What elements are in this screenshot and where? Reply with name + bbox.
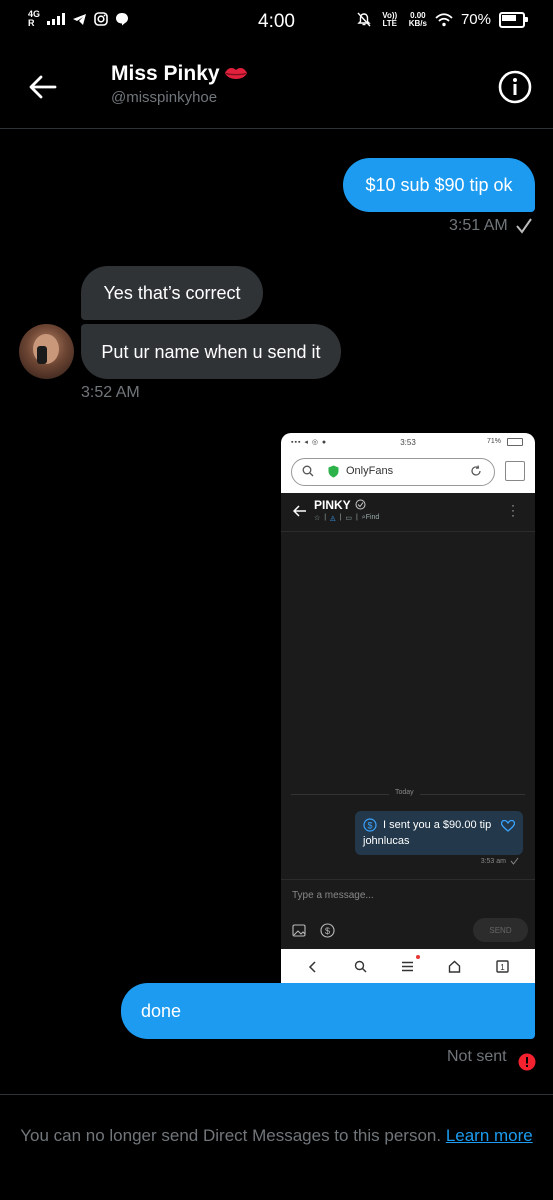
embedded-site-name: OnlyFans [346, 465, 394, 477]
bell-icon: ◬ [330, 515, 336, 522]
conversation-header: Miss Pinky @misspinkyhoe [0, 44, 553, 129]
embedded-tip-message: $ I sent you a $90.00 tip johnlucas [355, 811, 523, 855]
network-speed: 0.00 KB/s [408, 11, 427, 28]
error-icon [518, 1053, 536, 1071]
battery-icon [499, 11, 528, 28]
back-arrow-icon [293, 505, 306, 517]
menu-icon [402, 961, 413, 972]
embedded-tip-time-text: 3:53 am [480, 857, 506, 865]
dm-disabled-text: You can no longer send Direct Messages t… [20, 1126, 442, 1145]
embedded-message-input: Type a message... $ SEND [281, 879, 535, 950]
chevron-left-icon [308, 961, 316, 973]
wifi-icon [435, 12, 453, 26]
embedded-send-button: SEND [473, 918, 528, 942]
more-options-icon: · · · [511, 498, 515, 522]
attached-image[interactable]: ▪▪▪ ◂ ◎ ● 3:53 71% OnlyFans PINKY ☆ | ◬ | ▭ |… [281, 433, 535, 985]
svg-text:1: 1 [500, 963, 505, 972]
verified-icon [355, 499, 366, 510]
mute-icon [357, 12, 371, 27]
reload-icon [471, 465, 481, 476]
shield-icon [328, 465, 339, 478]
embedded-battery-icon [507, 438, 523, 446]
contact-handle: @misspinkyhoe [111, 89, 218, 106]
message-time: 3:51 AM [449, 217, 508, 234]
not-sent-label: Not sent [447, 1048, 507, 1065]
embedded-input-placeholder: Type a message... [292, 890, 374, 901]
dm-disabled-notice: You can no longer send Direct Messages t… [20, 1124, 533, 1147]
notification-dot [416, 955, 420, 959]
message-text: Put ur name when u send it [101, 341, 321, 362]
contact-name[interactable]: Miss Pinky [111, 62, 248, 86]
tabs-icon: 1 [496, 960, 509, 973]
message-text: $10 sub $90 tip ok [365, 175, 513, 195]
message-bubble-outgoing[interactable]: done [121, 983, 535, 1039]
image-icon: ▭ [345, 515, 352, 522]
checkmark-icon [515, 218, 532, 234]
divider: | [339, 514, 342, 521]
lips-emoji-icon [224, 68, 247, 79]
status-right: Vo)) LTE 0.00 KB/s 70% [357, 10, 528, 28]
star-icon: ☆ [314, 515, 321, 522]
message-bubble-outgoing[interactable]: $10 sub $90 tip ok [343, 158, 535, 212]
adblock-icon [505, 461, 525, 481]
find-link: ⌕Find [361, 514, 380, 521]
info-icon[interactable] [498, 70, 532, 104]
embedded-battery: 71% [486, 438, 501, 445]
dollar-icon: $ [363, 818, 377, 832]
checkmark-icon [510, 857, 519, 865]
embedded-chat-name: PINKY [314, 498, 351, 512]
speed-unit: KB/s [408, 18, 427, 28]
avatar[interactable] [19, 324, 74, 379]
embedded-chat-actions: ☆ | ◬ | ▭ | ⌕Find [314, 514, 379, 522]
message-text: done [141, 1001, 182, 1021]
embedded-nav-bar: 1 [281, 949, 535, 985]
embedded-tip-time: 3:53 am [481, 857, 519, 865]
embedded-day-label: Today [389, 789, 420, 796]
home-icon [448, 960, 461, 973]
divider [0, 1094, 553, 1095]
message-bubble-incoming[interactable]: Put ur name when u send it [81, 324, 341, 379]
contact-name-text: Miss Pinky [111, 62, 220, 85]
divider: | [324, 514, 327, 521]
embedded-chat-header: PINKY ☆ | ◬ | ▭ | ⌕Find · · · [281, 493, 535, 532]
image-icon [292, 924, 306, 937]
search-icon [302, 465, 314, 477]
battery-percent: 70% [460, 11, 491, 28]
learn-more-link[interactable]: Learn more [446, 1126, 533, 1145]
status-bar: 4G R 4:00 Vo)) LTE 0.00 KB/s 70% [0, 0, 553, 44]
embedded-browser-bar: OnlyFans [281, 453, 535, 493]
search-icon [354, 960, 367, 973]
heart-icon [501, 820, 515, 832]
embedded-tip-name: johnlucas [363, 835, 410, 847]
back-arrow-icon[interactable] [28, 72, 58, 102]
message-bubble-incoming[interactable]: Yes that’s correct [81, 266, 263, 320]
message-text: Yes that’s correct [103, 283, 241, 303]
dollar-icon: $ [320, 923, 335, 938]
svg-text:$: $ [325, 926, 330, 936]
divider: | [355, 514, 358, 521]
message-timestamp: 3:52 AM [81, 384, 140, 401]
svg-text:$: $ [367, 821, 372, 831]
embedded-url-field: OnlyFans [291, 458, 495, 486]
embedded-status-bar: ▪▪▪ ◂ ◎ ● 3:53 71% [281, 433, 535, 453]
find-label: Find [365, 514, 380, 521]
message-timestamp: 3:51 AM [449, 217, 533, 235]
message-status[interactable]: Not sent [447, 1043, 536, 1071]
volte-indicator: Vo)) LTE [382, 10, 398, 28]
embedded-tip-text: I sent you a $90.00 tip [383, 819, 492, 831]
